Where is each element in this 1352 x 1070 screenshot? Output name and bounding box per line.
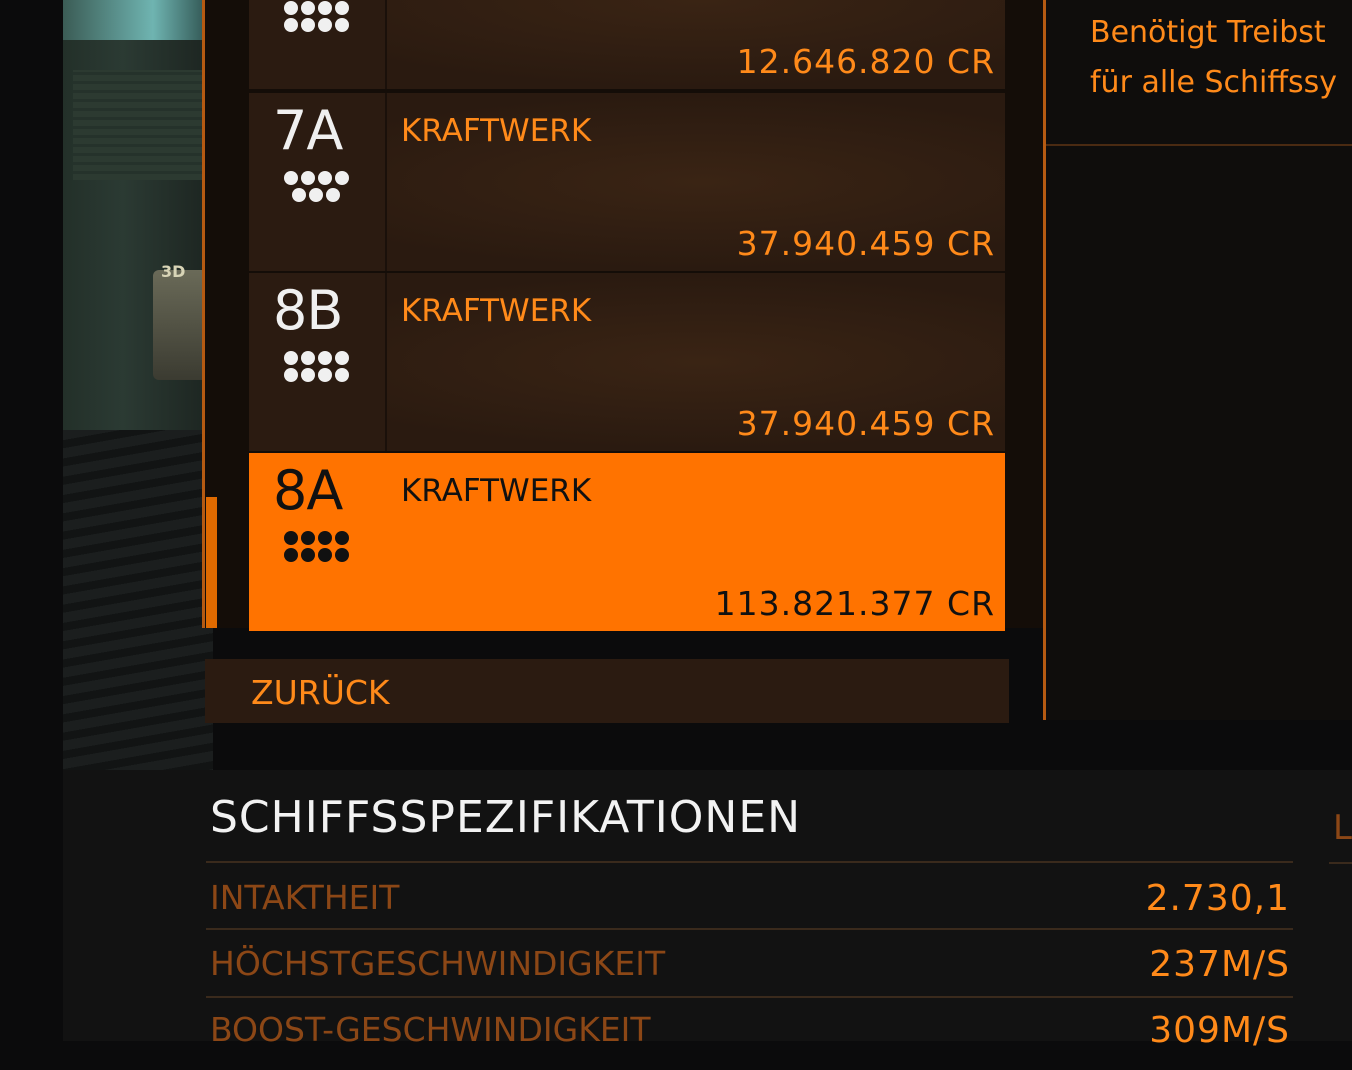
spec-divider (1329, 862, 1352, 864)
back-button[interactable]: ZURÜCK (205, 659, 1009, 723)
spec-value: 309M/S (1149, 1010, 1290, 1051)
module-row-selected[interactable]: 8A KRAFTWERK 113.821.377 CR (249, 453, 1005, 631)
spec-label: HÖCHSTGESCHWINDIGKEIT (210, 944, 666, 983)
spec-label: BOOST-GESCHWINDIGKEIT (210, 1010, 651, 1049)
module-price: 12.646.820 CR (736, 42, 995, 81)
module-name: KRAFTWERK (401, 293, 592, 329)
ship-scene-view: 3D (63, 0, 213, 770)
ship-specs-panel: SCHIFFSSPEZIFIKATIONEN INTAKTHEIT 2.730,… (63, 770, 1352, 1051)
scene-3d-badge: 3D (161, 262, 186, 281)
module-grade: 8B (273, 279, 343, 342)
module-row[interactable]: 7A KRAFTWERK 37.940.459 CR (249, 93, 1005, 271)
module-rating-dots (276, 171, 356, 205)
module-grade: 8A (273, 459, 343, 522)
back-button-label: ZURÜCK (251, 673, 390, 712)
module-grade: 7A (273, 99, 343, 162)
loadout-header-stub: L (1333, 808, 1352, 848)
module-grade-cell (249, 0, 387, 89)
module-price: 37.940.459 CR (736, 404, 995, 443)
module-rating-dots (276, 1, 356, 35)
module-rating-dots (276, 531, 356, 565)
scene-floor (63, 430, 213, 770)
description-line: für alle Schiffssy (1090, 65, 1338, 100)
module-name: KRAFTWERK (401, 113, 592, 149)
description-line: Benötigt Treibst (1090, 15, 1326, 50)
specs-title: SCHIFFSSPEZIFIKATIONEN (210, 792, 802, 843)
info-divider (1046, 144, 1352, 146)
module-name: KRAFTWERK (401, 473, 592, 509)
module-row[interactable]: 8B KRAFTWERK 37.940.459 CR (249, 273, 1005, 451)
module-price: 37.940.459 CR (736, 224, 995, 263)
spec-value: 237M/S (1149, 944, 1290, 985)
scene-wall-panel (73, 70, 213, 180)
module-description: Benötigt Treibst für alle Schiffssy (1090, 8, 1337, 108)
module-grade-cell: 7A (249, 93, 387, 271)
module-info-panel: Benötigt Treibst für alle Schiffssy (1043, 0, 1352, 720)
module-row[interactable]: 12.646.820 CR (249, 0, 1005, 89)
module-rating-dots (276, 351, 356, 385)
list-scroll-indicator[interactable] (206, 497, 217, 628)
module-price: 113.821.377 CR (714, 584, 995, 623)
spec-label: INTAKTHEIT (210, 878, 400, 917)
module-grade-cell: 8A (249, 453, 385, 631)
spec-value: 2.730,1 (1145, 878, 1290, 919)
spec-divider (206, 861, 1293, 863)
spec-divider (206, 928, 1293, 930)
spec-row: HÖCHSTGESCHWINDIGKEIT 237M/S (210, 944, 1290, 1004)
spec-row: BOOST-GESCHWINDIGKEIT 309M/S (210, 1010, 1290, 1070)
spec-divider (206, 996, 1293, 998)
scene-light-strip (63, 0, 213, 40)
module-grade-cell: 8B (249, 273, 387, 451)
